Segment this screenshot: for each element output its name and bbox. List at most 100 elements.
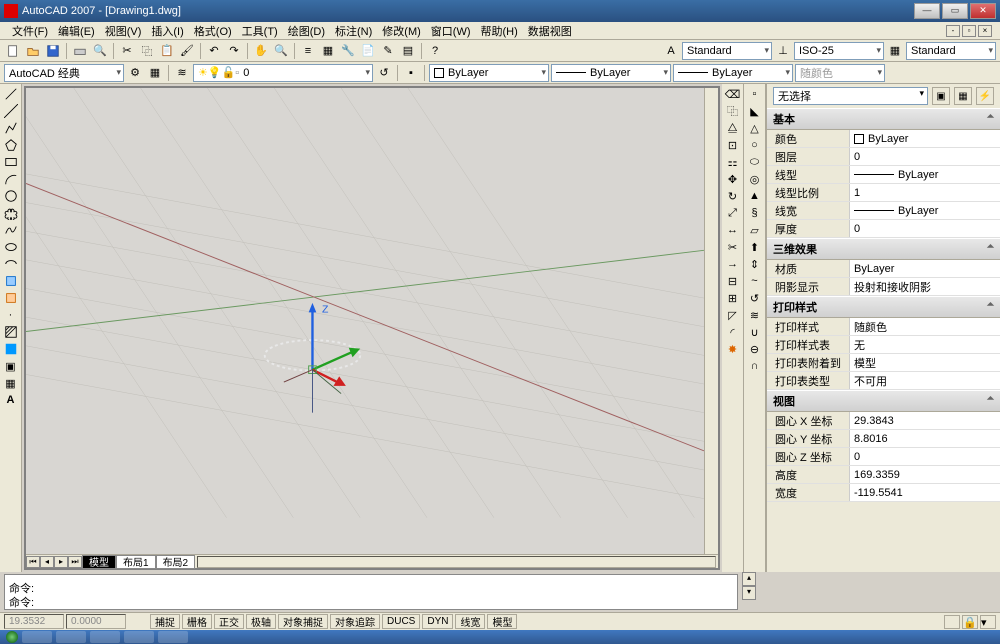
start-button[interactable] [6,631,18,643]
region-icon[interactable]: ▣ [2,358,20,374]
fillet-icon[interactable]: ◜ [724,324,742,340]
menu-help[interactable]: 帮助(H) [477,22,522,40]
union-icon[interactable]: ∪ [746,324,764,340]
helix-icon[interactable]: § [746,205,764,221]
tray-icon[interactable]: ▾ [980,615,996,629]
maximize-button[interactable]: ▭ [942,3,968,19]
osnap-button[interactable]: 对象捕捉 [278,614,328,629]
line-icon[interactable] [2,86,20,102]
lock-icon[interactable]: 🔒 [962,615,978,629]
intersect-icon[interactable]: ∩ [746,358,764,374]
menu-dataview[interactable]: 数据视图 [524,22,576,40]
linetype-combo[interactable]: ByLayer [551,64,671,82]
tab-model[interactable]: 模型 [82,555,116,569]
tab-layout2[interactable]: 布局2 [156,555,196,569]
command-window[interactable]: 命令: 命令: [4,574,738,610]
section-3d[interactable]: 三维效果⏶ [767,238,1000,260]
scale-icon[interactable]: ⤢ [724,205,742,221]
zoom-icon[interactable]: 🔍 [272,42,290,60]
horizontal-scrollbar[interactable] [197,556,716,568]
doc-restore[interactable]: ▫ [962,25,976,37]
new-icon[interactable] [4,42,22,60]
copy-icon[interactable]: ⿻ [138,42,156,60]
prop-layer-value[interactable]: 0 [849,148,1000,165]
ellipse-icon[interactable] [2,239,20,255]
doc-minimize[interactable]: - [946,25,960,37]
prop-pstype-value[interactable]: 不可用 [849,372,1000,389]
planar-icon[interactable]: ▱ [746,222,764,238]
prop-cz-value[interactable]: 0 [849,448,1000,465]
move-icon[interactable]: ✥ [724,171,742,187]
polar-button[interactable]: 极轴 [246,614,276,629]
prop-cx-value[interactable]: 29.3843 [849,412,1000,429]
pyramid-icon[interactable]: ▲ [746,188,764,204]
pan-icon[interactable]: ✋ [252,42,270,60]
tool-icon[interactable]: 🔧 [339,42,357,60]
layer-combo[interactable]: ☀💡🔓▫ 0 [193,64,373,82]
dyn-button[interactable]: DYN [422,614,453,629]
tab-last[interactable]: ⏭ [68,556,82,568]
workspace-combo[interactable]: AutoCAD 经典 [4,64,124,82]
preview-icon[interactable]: 🔍 [91,42,109,60]
snap-button[interactable]: 捕捉 [150,614,180,629]
tab-first[interactable]: ⏮ [26,556,40,568]
selection-combo[interactable]: 无选择 [773,87,928,105]
3d-canvas[interactable]: Z [26,88,704,554]
sweep-icon[interactable]: ~ [746,273,764,289]
ortho-button[interactable]: 正交 [214,614,244,629]
array-icon[interactable]: ⚏ [724,154,742,170]
close-button[interactable]: ✕ [970,3,996,19]
menu-dim[interactable]: 标注(N) [331,22,376,40]
spline-icon[interactable] [2,222,20,238]
props-icon[interactable]: ≡ [299,42,317,60]
help-icon[interactable]: ? [426,42,444,60]
design-icon[interactable]: ▦ [319,42,337,60]
revcloud-icon[interactable] [2,205,20,221]
cmd-scrollbar[interactable]: ▴ ▾ [742,572,756,612]
otrack-button[interactable]: 对象追踪 [330,614,380,629]
workspace-save-icon[interactable]: ▦ [146,64,164,82]
match-icon[interactable]: 🖌 [178,42,196,60]
menu-view[interactable]: 视图(V) [101,22,146,40]
layer-state-icon[interactable]: ▪ [402,64,420,82]
table-icon[interactable]: ▦ [886,42,904,60]
torus-icon[interactable]: ◎ [746,171,764,187]
point-icon[interactable]: · [2,307,20,323]
quick-select-icon[interactable]: ⚡ [976,87,994,105]
workspace-settings-icon[interactable]: ⚙ [126,64,144,82]
cut-icon[interactable]: ✂ [118,42,136,60]
prop-ltype-value[interactable]: ByLayer [849,166,1000,183]
section-plot[interactable]: 打印样式⏶ [767,296,1000,318]
lwt-button[interactable]: 线宽 [455,614,485,629]
wedge-icon[interactable]: ◣ [746,103,764,119]
prop-thick-value[interactable]: 0 [849,220,1000,237]
join-icon[interactable]: ⊞ [724,290,742,306]
redo-icon[interactable]: ↷ [225,42,243,60]
menu-file[interactable]: 文件(F) [8,22,52,40]
rectangle-icon[interactable] [2,154,20,170]
cone-icon[interactable]: △ [746,120,764,136]
select-obj-icon[interactable]: ▦ [954,87,972,105]
rotate-icon[interactable]: ↻ [724,188,742,204]
open-icon[interactable] [24,42,42,60]
table-style-combo[interactable]: Standard [906,42,996,60]
tab-next[interactable]: ▸ [54,556,68,568]
undo-icon[interactable]: ↶ [205,42,223,60]
presspull-icon[interactable]: ⇕ [746,256,764,272]
mirror-icon[interactable]: ⧋ [724,120,742,136]
hatch-icon[interactable] [2,324,20,340]
plot-icon[interactable] [71,42,89,60]
menu-window[interactable]: 窗口(W) [427,22,475,40]
menu-edit[interactable]: 编辑(E) [54,22,99,40]
trim-icon[interactable]: ✂ [724,239,742,255]
dim-style-combo[interactable]: ISO-25 [794,42,884,60]
box-icon[interactable]: ▫ [746,86,764,102]
prop-pst-value[interactable]: 无 [849,336,1000,353]
stretch-icon[interactable]: ↔ [724,222,742,238]
taskbar-item[interactable] [90,631,120,643]
copy2-icon[interactable]: ⿻ [724,103,742,119]
make-block-icon[interactable] [2,290,20,306]
explode-icon[interactable]: ✸ [724,341,742,357]
circle-icon[interactable] [2,188,20,204]
text-style-combo[interactable]: Standard [682,42,772,60]
